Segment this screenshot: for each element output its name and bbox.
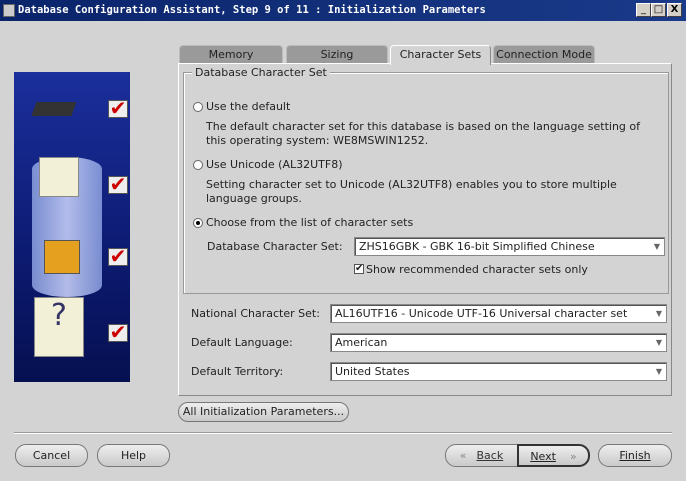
default-territory-select[interactable]: United States ▼ — [330, 362, 667, 381]
choose-from-list-label: Choose from the list of character sets — [206, 216, 414, 229]
check-icon: ✔ — [108, 244, 128, 268]
default-language-label: Default Language: — [191, 336, 293, 349]
recommended-label: Show recommended character sets only — [366, 263, 588, 276]
chevron-down-icon: ▼ — [655, 338, 662, 347]
chevron-down-icon: ▼ — [655, 309, 662, 318]
check-icon: ✔ — [108, 96, 128, 120]
group-title: Database Character Set — [192, 66, 330, 79]
documents-icon — [39, 157, 79, 197]
finish-label: Finish — [619, 449, 651, 462]
check-icon: ✔ — [108, 320, 128, 344]
chip-icon — [31, 102, 77, 116]
default-language-value: American — [335, 336, 388, 349]
default-territory-label: Default Territory: — [191, 365, 284, 378]
national-charset-label: National Character Set: — [191, 307, 320, 320]
minimize-button[interactable]: _ — [636, 3, 651, 17]
use-unicode-label: Use Unicode (AL32UTF8) — [206, 158, 343, 171]
use-default-radio[interactable] — [193, 102, 203, 112]
chevron-down-icon: ▼ — [653, 242, 660, 251]
db-charset-select[interactable]: ZHS16GBK - GBK 16-bit Simplified Chinese… — [354, 237, 665, 256]
national-charset-value: AL16UTF16 - Unicode UTF-16 Universal cha… — [335, 307, 628, 320]
next-arrow-icon: » — [569, 450, 577, 463]
shapes-icon — [44, 240, 80, 274]
close-button[interactable]: X — [667, 3, 682, 17]
use-default-label: Use the default — [206, 100, 291, 113]
default-territory-value: United States — [335, 365, 410, 378]
next-label: Next — [530, 450, 556, 463]
help-button[interactable]: Help — [97, 444, 170, 467]
finish-button[interactable]: Finish — [598, 444, 672, 467]
all-init-params-button[interactable]: All Initialization Parameters... — [178, 402, 349, 422]
use-default-description: The default character set for this datab… — [206, 120, 640, 147]
app-icon — [3, 4, 15, 17]
check-icon: ✔ — [108, 172, 128, 196]
db-charset-value: ZHS16GBK - GBK 16-bit Simplified Chinese — [359, 240, 595, 253]
window-title: Database Configuration Assistant, Step 9… — [18, 4, 486, 16]
choose-from-list-radio[interactable] — [193, 218, 203, 228]
cancel-button[interactable]: Cancel — [15, 444, 88, 467]
help-document-icon: ? — [34, 297, 84, 357]
tab-connection-mode[interactable]: Connection Mode — [493, 45, 595, 64]
title-bar: Database Configuration Assistant, Step 9… — [0, 0, 686, 21]
tab-sizing[interactable]: Sizing — [286, 45, 388, 64]
national-charset-select[interactable]: AL16UTF16 - Unicode UTF-16 Universal cha… — [330, 304, 667, 323]
chevron-down-icon: ▼ — [655, 367, 662, 376]
db-charset-label: Database Character Set: — [207, 240, 343, 253]
maximize-button[interactable]: □ — [651, 3, 666, 17]
tab-character-sets[interactable]: Character Sets — [390, 45, 491, 65]
back-button[interactable]: « Back — [445, 444, 518, 467]
use-unicode-radio[interactable] — [193, 160, 203, 170]
wizard-illustration: ? ✔ ✔ ✔ ✔ — [14, 72, 130, 382]
recommended-checkbox[interactable]: ✔ — [354, 264, 364, 274]
back-label: Back — [476, 449, 504, 462]
default-language-select[interactable]: American ▼ — [330, 333, 667, 352]
tab-memory[interactable]: Memory — [179, 45, 283, 64]
divider — [14, 432, 672, 434]
back-arrow-icon: « — [459, 449, 467, 462]
use-unicode-description: Setting character set to Unicode (AL32UT… — [206, 178, 617, 205]
next-button[interactable]: Next » — [517, 444, 590, 467]
